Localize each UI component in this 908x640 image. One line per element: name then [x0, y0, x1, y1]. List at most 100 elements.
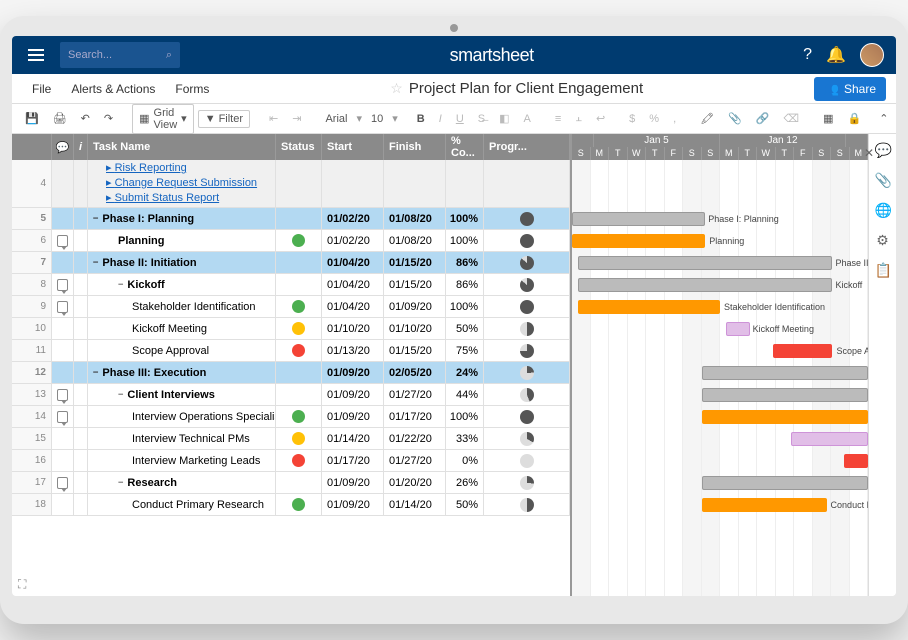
print-icon[interactable]: 🖨 [48, 109, 72, 128]
table-row[interactable]: 7 −Phase II: Initiation 01/04/2001/15/20… [12, 252, 570, 274]
table-row[interactable]: 17 −Research 01/09/2001/20/2026% [12, 472, 570, 494]
gantt-bar[interactable] [844, 454, 868, 468]
valign-icon[interactable]: ⫠ [570, 109, 587, 128]
col-task[interactable]: Task Name [88, 134, 276, 160]
strike-icon[interactable]: S̶ [473, 110, 490, 128]
col-start[interactable]: Start [322, 134, 384, 160]
align-icon[interactable]: ≡ [550, 110, 566, 128]
redo-icon[interactable]: ↷ [99, 109, 118, 128]
summary-panel-icon[interactable]: 📋 [875, 262, 891, 278]
comma-icon[interactable]: , [668, 110, 681, 128]
bold-icon[interactable]: B [412, 110, 430, 128]
avatar[interactable] [860, 43, 884, 67]
gantt-bar[interactable]: Stakeholder Identification [578, 300, 720, 314]
star-icon[interactable]: ☆ [390, 80, 403, 97]
table-row[interactable]: 18 Conduct Primary Research 01/09/2001/1… [12, 494, 570, 516]
progress-icon [520, 212, 534, 226]
activity-panel-icon[interactable]: ⚙ [875, 232, 891, 248]
link-icon[interactable]: 🔗 [751, 109, 775, 128]
chevron-up-icon[interactable]: ⌃ [874, 109, 893, 128]
undo-icon[interactable]: ↶ [76, 109, 95, 128]
share-button[interactable]: 👥 Share [814, 77, 886, 101]
search-input[interactable]: Search... ⌕ [60, 42, 180, 68]
table-row[interactable]: 11 Scope Approval 01/13/2001/15/2075% [12, 340, 570, 362]
table-row[interactable]: 14 Interview Operations Specialists 01/0… [12, 406, 570, 428]
fontsize-select[interactable]: 10 [366, 110, 388, 128]
menu-alerts[interactable]: Alerts & Actions [61, 82, 165, 96]
italic-icon[interactable]: I [434, 110, 447, 128]
collapse-icon[interactable]: − [118, 280, 123, 290]
bell-icon[interactable]: 🔔 [826, 45, 846, 65]
comment-icon[interactable] [57, 389, 68, 401]
proof-panel-icon[interactable]: 🌐 [875, 202, 891, 218]
attach-icon[interactable]: 📎 [723, 109, 747, 128]
comment-icon[interactable] [57, 279, 68, 291]
collapse-icon[interactable]: − [118, 478, 123, 488]
col-finish[interactable]: Finish [384, 134, 446, 160]
comment-icon[interactable] [57, 301, 68, 313]
link-change[interactable]: Change Request Submission [106, 176, 257, 191]
table-row[interactable]: 8 −Kickoff 01/04/2001/15/2086% [12, 274, 570, 296]
gantt-bar[interactable] [791, 432, 868, 446]
search-icon: ⌕ [166, 49, 172, 62]
menu-forms[interactable]: Forms [165, 82, 219, 96]
fullscreen-icon[interactable]: ⛶ [18, 577, 26, 592]
font-select[interactable]: Arial [320, 110, 352, 128]
underline-icon[interactable]: U [451, 110, 469, 128]
lock-icon[interactable]: 🔒 [842, 109, 866, 128]
comment-icon[interactable] [57, 477, 68, 489]
collapse-icon[interactable]: − [118, 390, 123, 400]
gantt-bar[interactable]: Kickoff Meeting [726, 322, 750, 336]
close-icon[interactable]: ✕ [864, 146, 874, 160]
menu-icon[interactable] [24, 45, 48, 65]
link-status[interactable]: Submit Status Report [106, 191, 219, 206]
highlight-icon[interactable]: 🖍 [695, 109, 719, 128]
table-row[interactable]: 4 Risk Reporting Change Request Submissi… [12, 160, 570, 208]
table-row[interactable]: 9 Stakeholder Identification 01/04/2001/… [12, 296, 570, 318]
outdent-icon[interactable]: ⇤ [264, 109, 283, 128]
progress-icon [520, 410, 534, 424]
chevron-down-icon: ▾ [181, 112, 187, 125]
save-icon[interactable]: 💾 [20, 109, 44, 128]
menu-file[interactable]: File [22, 82, 61, 96]
comment-icon[interactable] [57, 411, 68, 423]
menubar: File Alerts & Actions Forms ☆ Project Pl… [12, 74, 896, 104]
conditional-icon[interactable]: ▦ [818, 109, 838, 128]
textcolor-icon[interactable]: A [519, 110, 536, 128]
clear-icon[interactable]: ⌫ [779, 109, 805, 128]
table-row[interactable]: 12 −Phase III: Execution 01/09/2002/05/2… [12, 362, 570, 384]
comments-panel-icon[interactable]: 💬 [875, 142, 891, 158]
table-row[interactable]: 15 Interview Technical PMs 01/14/2001/22… [12, 428, 570, 450]
table-row[interactable]: 5 −Phase I: Planning 01/02/2001/08/20100… [12, 208, 570, 230]
help-icon[interactable]: ? [803, 46, 812, 64]
gantt-bar[interactable]: Planning [572, 234, 705, 248]
collapse-icon[interactable]: − [93, 214, 98, 224]
grid-header: 💬 i Task Name Status Start Finish % Co..… [12, 134, 570, 160]
filter-button[interactable]: ▼ Filter [198, 110, 250, 128]
indent-icon[interactable]: ⇥ [287, 109, 306, 128]
table-row[interactable]: 13 −Client Interviews 01/09/2001/27/2044… [12, 384, 570, 406]
col-prog[interactable]: Progr... [484, 134, 570, 160]
currency-icon[interactable]: $ [624, 110, 640, 128]
table-row[interactable]: 10 Kickoff Meeting 01/10/2001/10/2050% [12, 318, 570, 340]
collapse-icon[interactable]: − [93, 368, 98, 378]
percent-icon[interactable]: % [644, 110, 664, 128]
fill-icon[interactable]: ◧ [494, 109, 514, 128]
collapse-icon[interactable]: − [93, 258, 98, 268]
brand-logo: smartsheet [192, 45, 791, 66]
comment-icon[interactable] [57, 235, 68, 247]
topbar: Search... ⌕ smartsheet ? 🔔 [12, 36, 896, 74]
wrap-icon[interactable]: ↩ [591, 109, 610, 128]
view-selector[interactable]: ▦ Grid View ▾ [132, 104, 194, 134]
gantt-bar[interactable]: Interview [702, 410, 868, 424]
attachments-panel-icon[interactable]: 📎 [875, 172, 891, 188]
link-risk[interactable]: Risk Reporting [106, 161, 187, 176]
col-pct[interactable]: % Co... [446, 134, 484, 160]
table-row[interactable]: 6 Planning 01/02/2001/08/20100% [12, 230, 570, 252]
col-status[interactable]: Status [276, 134, 322, 160]
row-num: 4 [12, 160, 52, 207]
status-dot [292, 410, 305, 423]
table-row[interactable]: 16 Interview Marketing Leads 01/17/2001/… [12, 450, 570, 472]
gantt-bar[interactable]: Conduct Primary Rese [702, 498, 826, 512]
gantt-bar[interactable]: Scope Approval [773, 344, 832, 358]
